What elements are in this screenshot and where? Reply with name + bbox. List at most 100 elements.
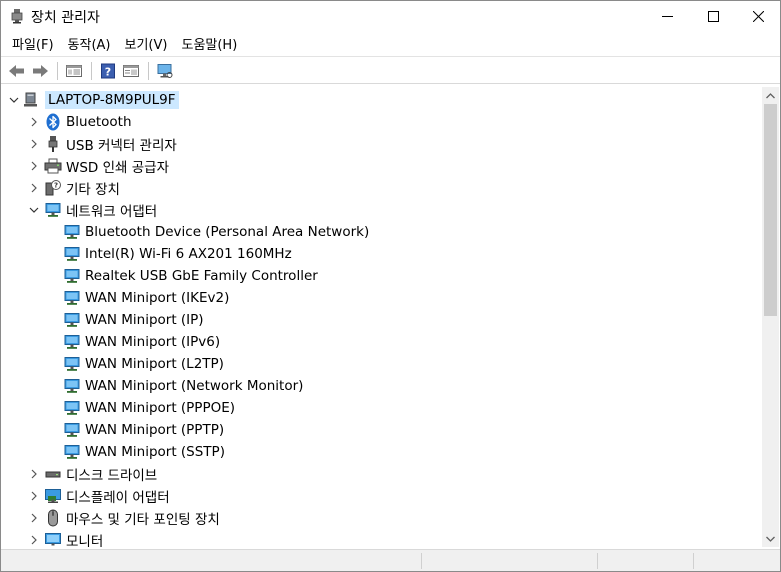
chevron-right-icon[interactable] bbox=[28, 534, 40, 546]
menu-view[interactable]: 보기(V) bbox=[118, 32, 175, 55]
network-adapter-item[interactable]: WAN Miniport (PPTP) bbox=[2, 419, 762, 441]
category-label: 기타 장치 bbox=[66, 182, 120, 198]
category-label: 모니터 bbox=[66, 534, 104, 547]
category-label: WSD 인쇄 공급자 bbox=[66, 160, 169, 176]
minimize-icon bbox=[661, 15, 673, 17]
status-pane-divider bbox=[421, 553, 422, 569]
chevron-down-icon bbox=[766, 536, 775, 542]
network-adapter-item[interactable]: WAN Miniport (IP) bbox=[2, 309, 762, 331]
network-adapter-item[interactable]: WAN Miniport (Network Monitor) bbox=[2, 375, 762, 397]
help-button[interactable]: ? bbox=[97, 60, 119, 82]
toolbar-separator bbox=[91, 61, 92, 80]
scan-hardware-button[interactable] bbox=[154, 60, 176, 82]
details-pane-icon bbox=[123, 64, 139, 77]
tree-category-other-devices[interactable]: ? 기타 장치 bbox=[2, 177, 762, 199]
monitor-scan-icon bbox=[157, 63, 173, 78]
tree-category-disk-drives[interactable]: 디스크 드라이브 bbox=[2, 463, 762, 485]
network-adapter-item[interactable]: Realtek USB GbE Family Controller bbox=[2, 265, 762, 287]
network-adapter-label: Bluetooth Device (Personal Area Network) bbox=[85, 224, 370, 240]
close-button[interactable] bbox=[735, 1, 781, 31]
tree-category-mice[interactable]: 마우스 및 기타 포인팅 장치 bbox=[2, 507, 762, 529]
title-bar: 장치 관리자 bbox=[1, 1, 780, 31]
tree-root[interactable]: LAPTOP-8M9PUL9F bbox=[2, 89, 762, 111]
network-adapter-icon bbox=[63, 333, 81, 351]
close-icon bbox=[752, 10, 764, 22]
svg-text:?: ? bbox=[54, 182, 58, 190]
network-adapter-icon bbox=[63, 355, 81, 373]
network-adapter-item[interactable]: Intel(R) Wi-Fi 6 AX201 160MHz bbox=[2, 243, 762, 265]
network-adapter-item[interactable]: WAN Miniport (L2TP) bbox=[2, 353, 762, 375]
network-adapter-label: WAN Miniport (PPTP) bbox=[85, 422, 225, 438]
properties-button[interactable] bbox=[63, 60, 85, 82]
disk-drive-icon bbox=[44, 465, 62, 483]
toolbar-separator bbox=[148, 61, 149, 80]
help-icon: ? bbox=[101, 63, 115, 78]
device-tree[interactable]: LAPTOP-8M9PUL9F Bluetooth USB 커넥터 관리자 WS… bbox=[2, 87, 762, 547]
menu-file[interactable]: 파일(F) bbox=[5, 32, 61, 55]
network-adapter-item[interactable]: Bluetooth Device (Personal Area Network) bbox=[2, 221, 762, 243]
back-button[interactable] bbox=[6, 60, 28, 82]
network-adapter-label: Realtek USB GbE Family Controller bbox=[85, 268, 318, 284]
display-adapter-icon bbox=[44, 487, 62, 505]
network-adapter-icon bbox=[63, 267, 81, 285]
tree-category-monitors[interactable]: 모니터 bbox=[2, 529, 762, 547]
network-adapter-icon bbox=[44, 201, 62, 219]
network-adapter-label: Intel(R) Wi-Fi 6 AX201 160MHz bbox=[85, 246, 292, 262]
category-label: Bluetooth bbox=[66, 114, 132, 130]
printer-icon bbox=[44, 157, 62, 175]
maximize-icon bbox=[707, 10, 719, 22]
scroll-up-button[interactable] bbox=[762, 87, 779, 104]
chevron-down-icon[interactable] bbox=[28, 204, 40, 216]
network-adapter-icon bbox=[63, 245, 81, 263]
tree-category-bluetooth[interactable]: Bluetooth bbox=[2, 111, 762, 133]
device-manager-app-icon bbox=[9, 8, 25, 24]
bluetooth-icon bbox=[44, 113, 62, 131]
chevron-right-icon[interactable] bbox=[28, 490, 40, 502]
properties-icon bbox=[66, 64, 82, 77]
category-label: 디스플레이 어댑터 bbox=[66, 490, 170, 506]
network-adapter-item[interactable]: WAN Miniport (SSTP) bbox=[2, 441, 762, 463]
menu-help[interactable]: 도움말(H) bbox=[174, 32, 244, 55]
mouse-icon bbox=[44, 509, 62, 527]
tree-category-wsd-print[interactable]: WSD 인쇄 공급자 bbox=[2, 155, 762, 177]
network-adapter-label: WAN Miniport (Network Monitor) bbox=[85, 378, 304, 394]
minimize-button[interactable] bbox=[644, 1, 690, 31]
chevron-down-icon[interactable] bbox=[8, 94, 20, 106]
chevron-right-icon[interactable] bbox=[28, 116, 40, 128]
chevron-right-icon[interactable] bbox=[28, 182, 40, 194]
network-adapter-label: WAN Miniport (IKEv2) bbox=[85, 290, 230, 306]
forward-button[interactable] bbox=[29, 60, 51, 82]
category-label: USB 커넥터 관리자 bbox=[66, 138, 177, 154]
scroll-down-button[interactable] bbox=[762, 530, 779, 547]
vertical-scrollbar[interactable] bbox=[762, 87, 779, 547]
scroll-thumb[interactable] bbox=[764, 104, 777, 316]
tree-category-network-adapters[interactable]: 네트워크 어댑터 bbox=[2, 199, 762, 221]
window-title: 장치 관리자 bbox=[31, 10, 100, 26]
category-label: 마우스 및 기타 포인팅 장치 bbox=[66, 512, 220, 528]
back-arrow-icon bbox=[9, 64, 24, 77]
network-adapter-label: WAN Miniport (IPv6) bbox=[85, 334, 221, 350]
network-adapter-item[interactable]: WAN Miniport (PPPOE) bbox=[2, 397, 762, 419]
monitor-icon bbox=[44, 531, 62, 547]
root-label: LAPTOP-8M9PUL9F bbox=[45, 91, 179, 109]
network-adapter-item[interactable]: WAN Miniport (IKEv2) bbox=[2, 287, 762, 309]
chevron-right-icon[interactable] bbox=[28, 160, 40, 172]
chevron-right-icon[interactable] bbox=[28, 138, 40, 150]
network-adapter-item[interactable]: WAN Miniport (IPv6) bbox=[2, 331, 762, 353]
usb-connector-icon bbox=[44, 135, 62, 153]
network-adapter-icon bbox=[63, 311, 81, 329]
status-pane-divider bbox=[693, 553, 694, 569]
computer-icon bbox=[23, 91, 41, 109]
chevron-right-icon[interactable] bbox=[28, 468, 40, 480]
network-adapter-label: WAN Miniport (IP) bbox=[85, 312, 204, 328]
menu-action[interactable]: 동작(A) bbox=[61, 32, 118, 55]
forward-arrow-icon bbox=[33, 64, 48, 77]
menu-bar: 파일(F) 동작(A) 보기(V) 도움말(H) bbox=[1, 31, 780, 57]
chevron-right-icon[interactable] bbox=[28, 512, 40, 524]
maximize-button[interactable] bbox=[690, 1, 736, 31]
network-adapter-label: WAN Miniport (PPPOE) bbox=[85, 400, 236, 416]
tree-category-usb-connector[interactable]: USB 커넥터 관리자 bbox=[2, 133, 762, 155]
details-pane-button[interactable] bbox=[120, 60, 142, 82]
network-adapter-icon bbox=[63, 223, 81, 241]
tree-category-display-adapters[interactable]: 디스플레이 어댑터 bbox=[2, 485, 762, 507]
